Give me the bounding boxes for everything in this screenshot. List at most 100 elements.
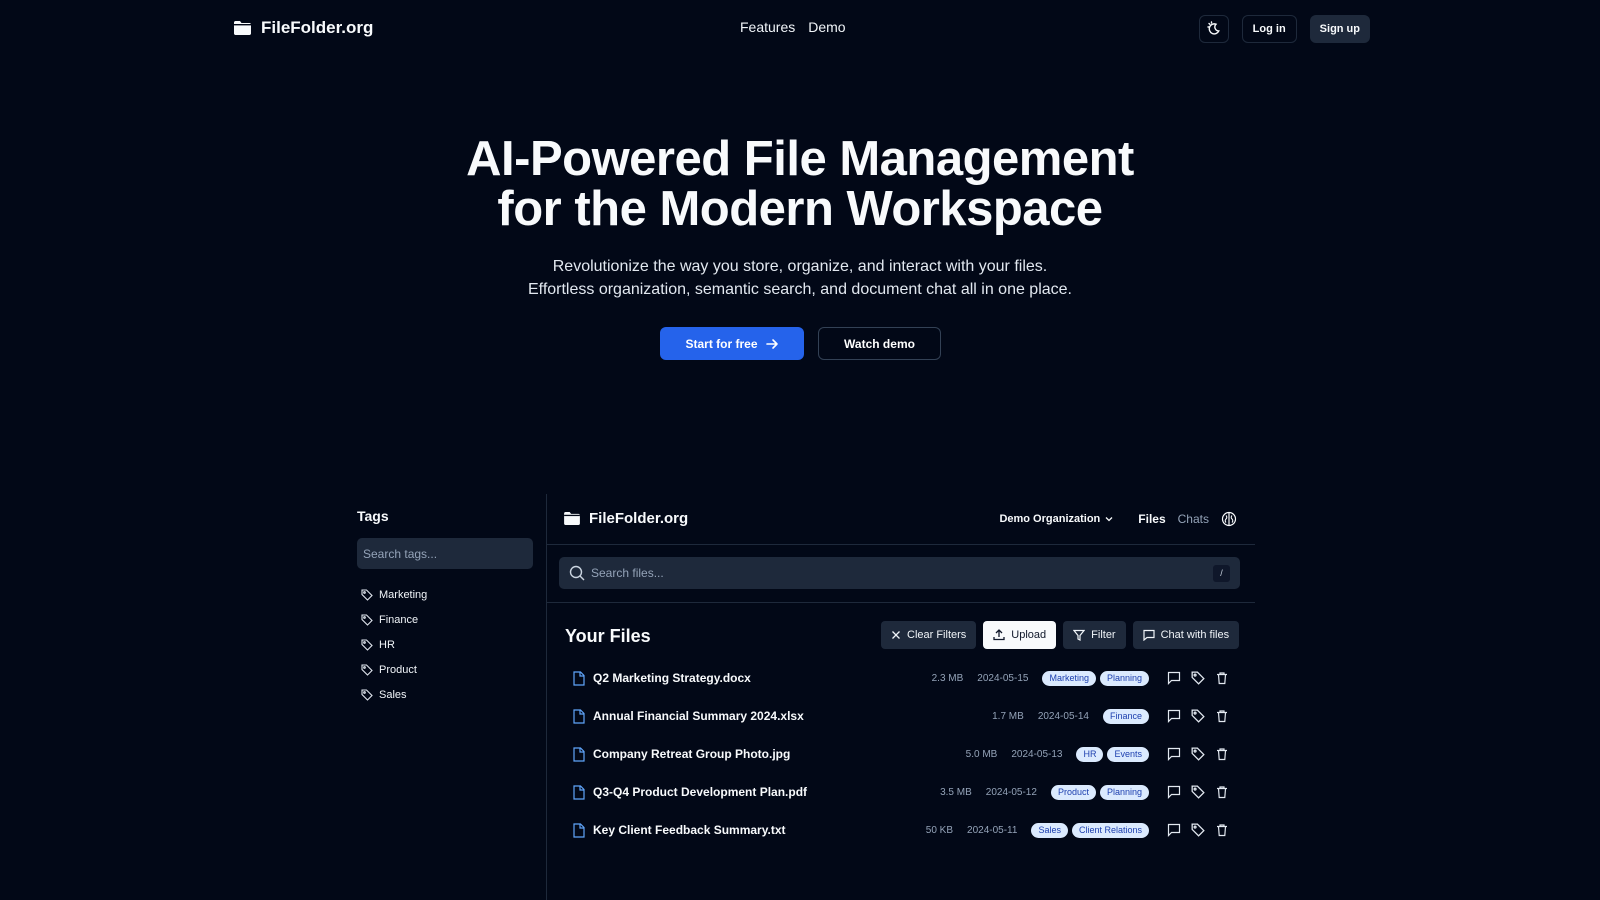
upload-label: Upload <box>1011 629 1047 641</box>
tag-icon[interactable] <box>1191 785 1205 799</box>
chat-icon[interactable] <box>1167 785 1181 799</box>
tag-icon[interactable] <box>1191 671 1205 685</box>
tag-label: Marketing <box>379 588 428 601</box>
file-name[interactable]: Key Client Feedback Summary.txt <box>593 823 786 837</box>
start-free-button[interactable]: Start for free <box>660 327 804 360</box>
file-search-input[interactable]: Search files... / <box>559 557 1240 589</box>
file-row[interactable]: Key Client Feedback Summary.txt 50 KB 20… <box>573 818 1233 842</box>
trash-icon[interactable] <box>1215 671 1229 685</box>
file-tags: Product Planning <box>1050 784 1149 800</box>
arrow-right-icon <box>765 338 779 350</box>
tag-badge[interactable]: Finance <box>1102 708 1149 724</box>
tag-badge[interactable]: Sales <box>1031 822 1068 838</box>
tag-icon[interactable] <box>1191 709 1205 723</box>
tag-icon <box>361 688 373 701</box>
file-search-placeholder: Search files... <box>591 566 664 580</box>
file-name[interactable]: Company Retreat Group Photo.jpg <box>593 747 790 761</box>
tag-item-sales[interactable]: Sales <box>357 682 547 707</box>
nav-link-demo[interactable]: Demo <box>808 19 845 35</box>
chat-icon[interactable] <box>1167 823 1181 837</box>
trash-icon[interactable] <box>1215 709 1229 723</box>
file-date: 2024-05-11 <box>967 824 1018 836</box>
file-row[interactable]: Q3-Q4 Product Development Plan.pdf 3.5 M… <box>573 780 1233 804</box>
tag-icon[interactable] <box>1191 823 1205 837</box>
tag-badge[interactable]: Planning <box>1099 670 1149 686</box>
trash-icon[interactable] <box>1215 785 1229 799</box>
chevron-down-icon <box>1104 514 1114 524</box>
start-free-label: Start for free <box>685 336 758 351</box>
file-icon <box>573 670 585 686</box>
tag-badge[interactable]: HR <box>1076 746 1104 762</box>
filter-label: Filter <box>1091 629 1116 641</box>
file-name[interactable]: Annual Financial Summary 2024.xlsx <box>593 709 804 723</box>
file-date: 2024-05-13 <box>1011 748 1063 760</box>
brand-link[interactable]: FileFolder.org <box>234 18 373 38</box>
file-row[interactable]: Q2 Marketing Strategy.docx 2.3 MB 2024-0… <box>573 666 1233 690</box>
upload-button[interactable]: Upload <box>983 621 1057 649</box>
tag-badge[interactable]: Marketing <box>1042 670 1096 686</box>
tag-item-marketing[interactable]: Marketing <box>357 582 547 607</box>
folder-icon <box>564 512 580 525</box>
file-actions <box>1167 709 1229 723</box>
tag-item-hr[interactable]: HR <box>357 632 547 657</box>
theme-toggle-button[interactable] <box>1198 15 1229 43</box>
tag-icon <box>361 588 373 601</box>
tab-chats[interactable]: Chats <box>1178 512 1209 526</box>
file-tags: Finance <box>1102 708 1149 724</box>
tag-search-input[interactable]: Search tags... <box>357 538 533 569</box>
demo-header-actions: Demo Organization Files Chats <box>999 511 1237 527</box>
brand-name: FileFolder.org <box>261 18 374 37</box>
filter-button[interactable]: Filter <box>1063 621 1126 649</box>
trash-icon[interactable] <box>1215 747 1229 761</box>
section-divider <box>547 602 1255 603</box>
demo-brand[interactable]: FileFolder.org <box>564 510 688 527</box>
tag-icon[interactable] <box>1191 747 1205 761</box>
file-actions <box>1167 785 1229 799</box>
file-size: 3.5 MB <box>940 786 972 798</box>
login-button[interactable]: Log in <box>1241 15 1297 43</box>
watch-demo-button[interactable]: Watch demo <box>818 327 941 360</box>
file-name[interactable]: Q3-Q4 Product Development Plan.pdf <box>593 785 807 799</box>
upload-icon <box>993 629 1005 641</box>
hero-subtitle: Revolutionize the way you store, organiz… <box>0 255 1600 301</box>
file-meta: 1.7 MB 2024-05-14 Finance <box>992 708 1233 724</box>
demo-header: FileFolder.org Demo Organization Files C… <box>547 494 1255 545</box>
brain-icon[interactable] <box>1221 511 1237 527</box>
trash-icon[interactable] <box>1215 823 1229 837</box>
organization-select[interactable]: Demo Organization <box>999 513 1114 525</box>
file-actions <box>1167 671 1229 685</box>
file-actions <box>1167 747 1229 761</box>
hero-title-line-2: for the Modern Workspace <box>497 182 1103 236</box>
file-date: 2024-05-14 <box>1037 710 1089 722</box>
top-nav: FileFolder.org Features Demo Log in Sign… <box>0 0 1600 58</box>
tag-badge[interactable]: Client Relations <box>1071 822 1149 838</box>
hero-title: AI-Powered File Management for the Moder… <box>0 134 1600 234</box>
theme-toggle-icon <box>1206 21 1222 37</box>
file-row[interactable]: Annual Financial Summary 2024.xlsx 1.7 M… <box>573 704 1233 728</box>
file-size: 2.3 MB <box>931 672 964 684</box>
clear-filters-button[interactable]: Clear Filters <box>881 621 977 649</box>
chat-with-files-button[interactable]: Chat with files <box>1132 621 1240 649</box>
chat-with-files-label: Chat with files <box>1160 629 1230 641</box>
tag-item-finance[interactable]: Finance <box>357 607 547 632</box>
file-name[interactable]: Q2 Marketing Strategy.docx <box>593 671 751 685</box>
hero-subtitle-line-1: Revolutionize the way you store, organiz… <box>552 258 1048 275</box>
nav-link-features[interactable]: Features <box>740 19 795 35</box>
tag-icon <box>361 638 373 651</box>
tag-badge[interactable]: Planning <box>1099 784 1149 800</box>
tag-badge[interactable]: Product <box>1050 784 1096 800</box>
tab-files[interactable]: Files <box>1138 512 1165 526</box>
file-icon <box>573 784 585 800</box>
organization-label: Demo Organization <box>999 513 1101 525</box>
file-meta: 3.5 MB 2024-05-12 Product Planning <box>940 784 1233 800</box>
chat-icon[interactable] <box>1167 671 1181 685</box>
file-tags: HR Events <box>1076 746 1149 762</box>
tag-item-product[interactable]: Product <box>357 657 547 682</box>
file-actions <box>1167 823 1229 837</box>
chat-icon[interactable] <box>1167 709 1181 723</box>
close-icon <box>891 630 901 640</box>
signup-button[interactable]: Sign up <box>1309 15 1370 43</box>
chat-icon[interactable] <box>1167 747 1181 761</box>
file-row[interactable]: Company Retreat Group Photo.jpg 5.0 MB 2… <box>573 742 1233 766</box>
tag-badge[interactable]: Events <box>1107 746 1149 762</box>
